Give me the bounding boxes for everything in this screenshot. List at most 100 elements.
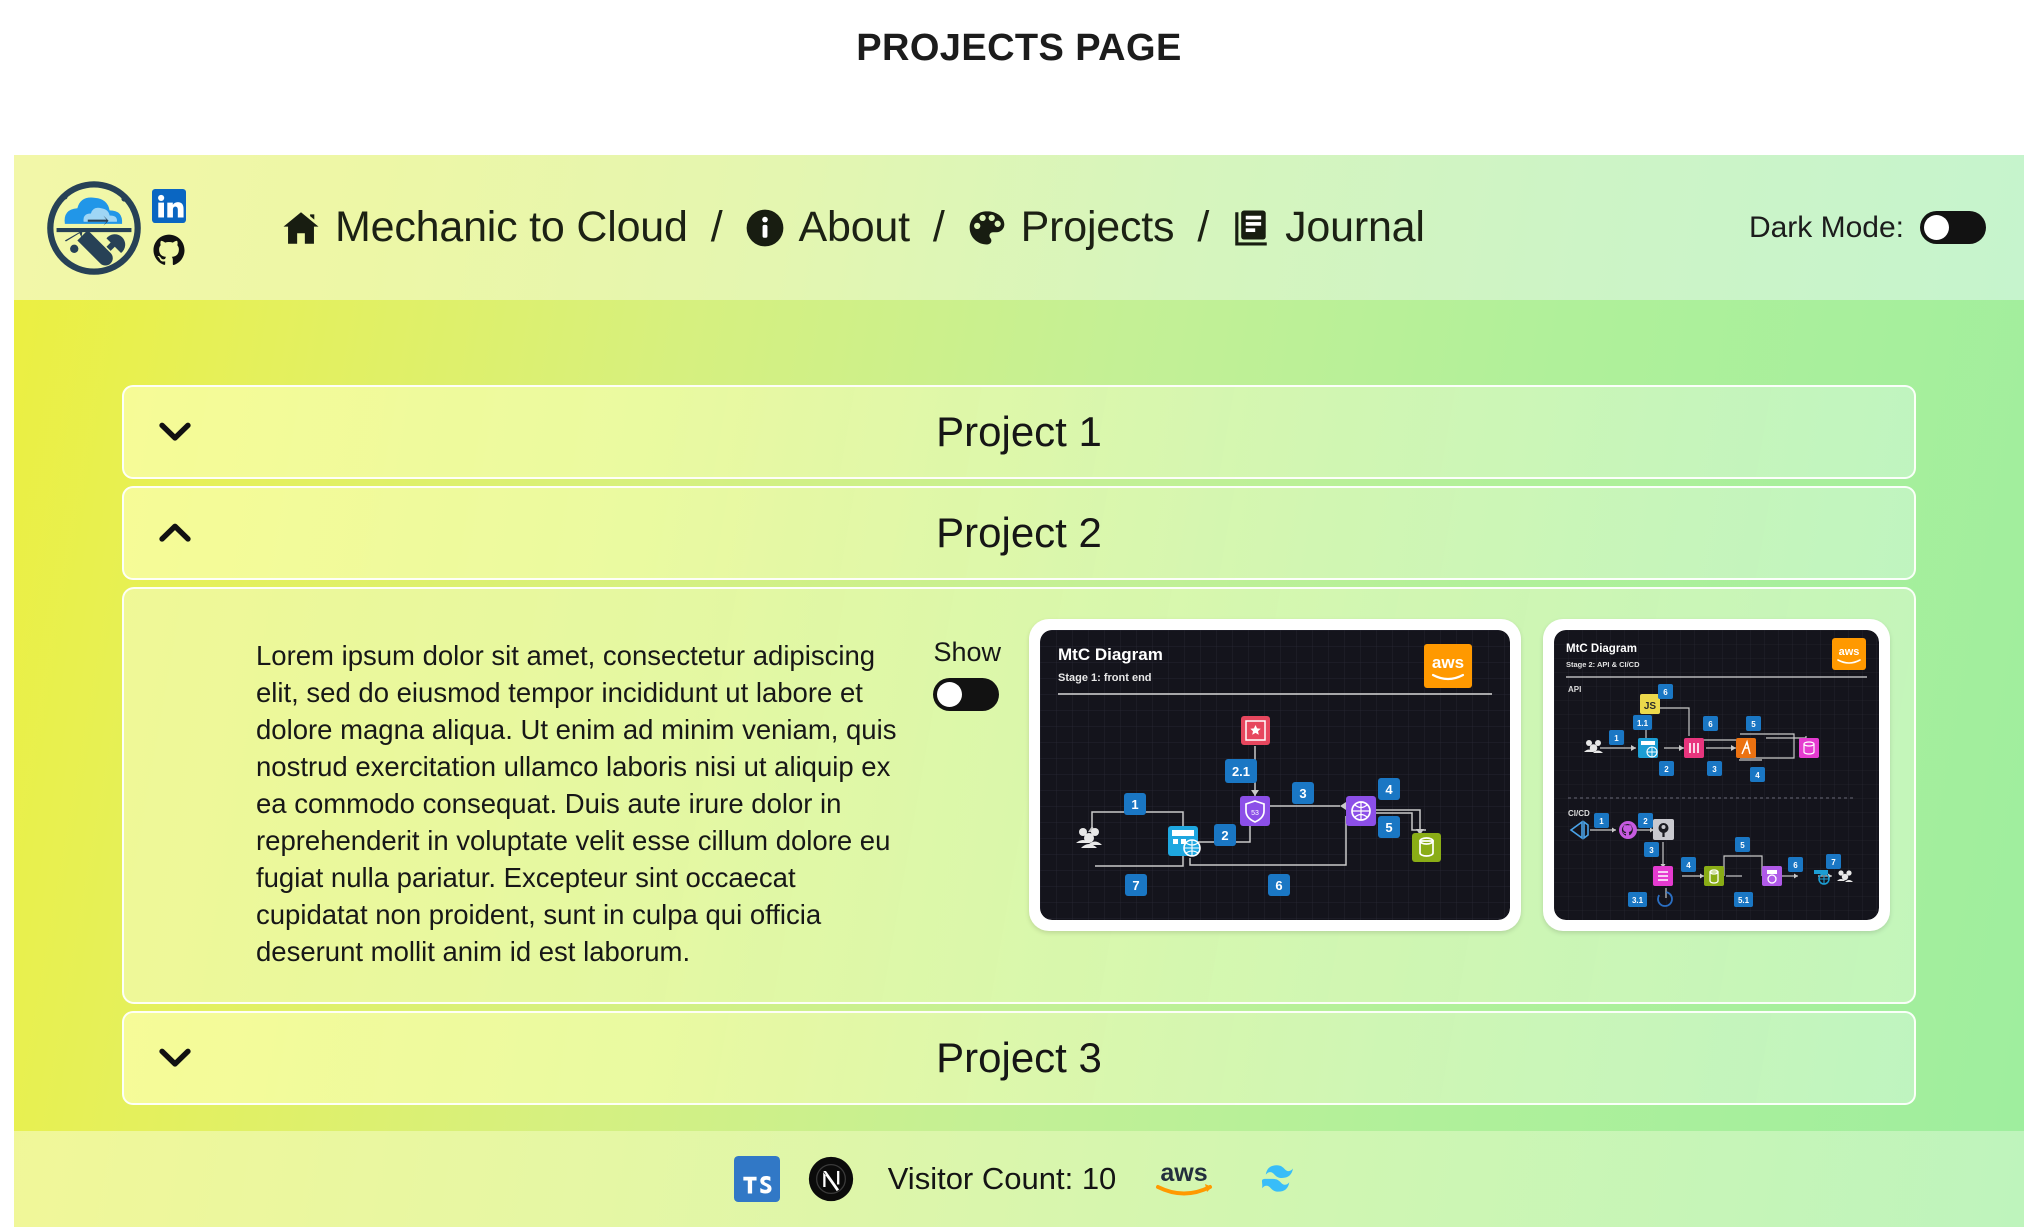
chevron-down-icon	[159, 422, 191, 441]
navbar: Mechanic to Cloud / About / Projects / J…	[14, 155, 2024, 300]
mechanic-to-cloud-logo[interactable]	[42, 176, 146, 280]
svg-text:6: 6	[1275, 878, 1282, 893]
svg-text:2: 2	[1643, 817, 1648, 826]
projects-content: Project 1 Project 2 Lorem ipsum dolor si…	[14, 300, 2024, 1105]
palette-icon	[969, 210, 1004, 244]
step-badge-api-1: 1	[1609, 730, 1624, 745]
svg-text:2: 2	[1664, 765, 1669, 774]
home-icon	[283, 211, 319, 244]
diagram-card-stage-2[interactable]: MtC Diagram Stage 2: API & CI/CD aws API	[1543, 619, 1890, 931]
aws-cloudfront-dist-icon	[1346, 796, 1376, 826]
nav-separator: /	[932, 203, 945, 251]
svg-text:7: 7	[1831, 858, 1836, 867]
nav-links: Mechanic to Cloud / About / Projects / J…	[280, 203, 1425, 252]
aws-lambda-icon	[1736, 738, 1756, 758]
projects-accordion: Project 1 Project 2 Lorem ipsum dolor si…	[122, 385, 1916, 1105]
svg-text:53: 53	[1251, 810, 1259, 817]
accordion-title-project-1: Project 1	[936, 408, 1102, 455]
step-badge-cicd-5: 5	[1735, 837, 1750, 852]
svg-text:1: 1	[1131, 797, 1138, 812]
linkedin-icon[interactable]	[152, 188, 186, 223]
svg-text:2.1: 2.1	[1232, 764, 1250, 779]
svg-text:2: 2	[1221, 828, 1228, 843]
tailwind-icon[interactable]	[1246, 1159, 1304, 1199]
svg-text:5: 5	[1385, 820, 1392, 835]
svg-text:3.1: 3.1	[1632, 896, 1644, 905]
nav-item-journal[interactable]: Journal	[1230, 203, 1425, 252]
svg-text:JS: JS	[1644, 701, 1657, 712]
accordion-title-project-2: Project 2	[936, 509, 1102, 556]
svg-text:1: 1	[1599, 817, 1604, 826]
github-icon[interactable]	[152, 233, 186, 267]
svg-text:aws: aws	[1432, 653, 1464, 672]
nav-label-projects: Projects	[1020, 203, 1175, 251]
step-badge-cicd-3-1: 3.1	[1628, 892, 1647, 907]
typescript-icon[interactable]	[733, 1156, 780, 1202]
nav-label-journal: Journal	[1285, 203, 1425, 251]
nav-item-about[interactable]: About /	[744, 203, 945, 252]
aws-cloudfront-icon	[1168, 826, 1201, 857]
svg-text:5: 5	[1751, 720, 1756, 729]
project-description: Lorem ipsum dolor sit amet, consectetur …	[256, 640, 897, 967]
aws-deploy-icon	[1762, 866, 1782, 886]
svg-text:3: 3	[1712, 765, 1717, 774]
aws-dynamodb-icon	[1799, 738, 1819, 758]
accordion-header-project-3[interactable]: Project 3	[122, 1011, 1916, 1105]
svg-text:3: 3	[1299, 786, 1306, 801]
nav-item-projects[interactable]: Projects /	[966, 203, 1209, 252]
dark-mode-control[interactable]: Dark Mode:	[1749, 211, 1986, 245]
aws-icon[interactable]: aws	[1150, 1157, 1218, 1201]
svg-text:6: 6	[1793, 861, 1798, 870]
diagram-stage-2-image: MtC Diagram Stage 2: API & CI/CD aws API	[1554, 630, 1879, 920]
accordion-header-project-2[interactable]: Project 2	[122, 486, 1916, 580]
logo-block[interactable]	[42, 176, 186, 280]
git-icon	[1619, 821, 1637, 839]
accordion-title-project-3: Project 3	[936, 1034, 1102, 1081]
svg-text:aws: aws	[1839, 646, 1860, 658]
accordion-panel-project-2: Lorem ipsum dolor sit amet, consectetur …	[122, 587, 1916, 1004]
dark-mode-toggle-knob	[1924, 215, 1949, 240]
step-badge-3: 3	[1292, 782, 1314, 804]
step-badge-6: 6	[1268, 874, 1290, 896]
svg-text:6: 6	[1708, 720, 1713, 729]
nav-item-mechanic-to-cloud[interactable]: Mechanic to Cloud /	[280, 203, 723, 252]
nav-separator: /	[710, 203, 723, 251]
step-badge-api-6: 6	[1703, 716, 1718, 731]
github-repo-icon	[1653, 819, 1674, 840]
dark-mode-toggle[interactable]	[1920, 211, 1986, 244]
aws-api-gateway-icon	[1684, 738, 1704, 758]
footer: Visitor Count: 10 aws	[14, 1131, 2024, 1227]
step-badge-cicd-4: 4	[1681, 857, 1696, 872]
step-badge-api-top: 6	[1658, 684, 1673, 699]
javascript-icon: JS	[1640, 694, 1660, 714]
accordion-header-project-1[interactable]: Project 1	[122, 385, 1916, 479]
step-badge-7: 7	[1125, 874, 1147, 896]
step-badge-cicd-2: 2	[1638, 813, 1653, 828]
step-badge-2: 2	[1214, 824, 1236, 846]
svg-text:aws: aws	[1161, 1159, 1208, 1187]
aws-cloudfront-icon	[1638, 738, 1658, 758]
page-title: PROJECTS PAGE	[856, 27, 1182, 69]
diagram-2-subtitle: Stage 2: API & CI/CD	[1566, 660, 1640, 669]
journal-icon	[1235, 210, 1267, 245]
nextjs-icon[interactable]	[808, 1156, 854, 1202]
svg-text:4: 4	[1686, 861, 1691, 870]
step-badge-api-3: 3	[1707, 761, 1722, 776]
step-badge-cicd-7: 7	[1826, 854, 1841, 869]
step-badge-cicd-1: 1	[1594, 813, 1609, 828]
nav-label-about: About	[798, 203, 911, 251]
show-toggle[interactable]	[933, 678, 1000, 711]
svg-text:1: 1	[1614, 734, 1619, 743]
diagram-stage-1-image: MtC Diagram Stage 1: front end aws 53 1 …	[1040, 630, 1510, 920]
aws-waf-icon	[1241, 716, 1270, 745]
social-links[interactable]	[152, 188, 186, 267]
diagram-1-title: MtC Diagram	[1058, 645, 1163, 664]
svg-text:4: 4	[1755, 771, 1760, 780]
nav-label-mechanic-to-cloud: Mechanic to Cloud	[335, 203, 688, 251]
svg-text:1.1: 1.1	[1637, 719, 1649, 728]
aws-codepipeline-icon	[1653, 866, 1673, 886]
diagram-card-stage-1[interactable]: MtC Diagram Stage 1: front end aws 53 1 …	[1029, 619, 1521, 931]
show-control[interactable]: Show	[933, 637, 1001, 711]
info-icon	[746, 209, 783, 246]
svg-text:5: 5	[1740, 841, 1745, 850]
